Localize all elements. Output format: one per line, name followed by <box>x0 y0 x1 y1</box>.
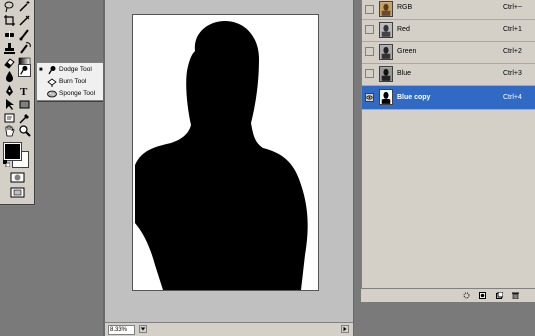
rectangle-shape-icon[interactable] <box>18 98 31 111</box>
visibility-toggle[interactable] <box>365 69 374 78</box>
path-selection-icon[interactable] <box>3 98 16 111</box>
crop-tool-icon[interactable] <box>3 14 16 27</box>
zoom-tool-icon[interactable] <box>18 124 31 137</box>
status-menu-arrow-icon[interactable] <box>139 325 147 333</box>
channel-name: RGB <box>397 4 413 11</box>
magic-wand-icon[interactable] <box>18 0 31 13</box>
healing-brush-icon[interactable] <box>3 28 16 41</box>
silhouette-image <box>135 21 308 290</box>
channel-shortcut: Ctrl+3 <box>503 70 522 77</box>
delete-channel-icon[interactable] <box>512 292 519 300</box>
blue-copy-thumbnail-icon <box>379 89 393 105</box>
svg-text:T: T <box>20 86 28 97</box>
visibility-toggle[interactable] <box>365 25 374 34</box>
channel-name: Red <box>397 26 410 33</box>
channel-name: Blue <box>397 70 412 77</box>
pen-tool-icon[interactable] <box>3 84 16 97</box>
lasso-tool-icon[interactable] <box>3 0 16 13</box>
red-thumbnail-icon <box>379 22 393 38</box>
new-channel-icon[interactable] <box>496 291 504 299</box>
channel-name: Blue copy <box>397 94 431 101</box>
save-selection-icon[interactable] <box>479 292 486 299</box>
channel-shortcut: Ctrl+~ <box>503 4 523 11</box>
scroll-right-arrow-icon[interactable] <box>341 325 349 333</box>
workspace-background <box>361 302 535 336</box>
screen-mode-icon[interactable] <box>10 187 25 198</box>
default-colors-icon[interactable] <box>3 160 10 167</box>
quick-mask-icon[interactable] <box>10 172 25 183</box>
brush-tool-icon[interactable] <box>18 28 31 41</box>
document-window: 8.33% <box>103 0 354 336</box>
type-tool-icon[interactable]: T <box>18 84 31 97</box>
green-thumbnail-icon <box>379 44 393 60</box>
foreground-color-swatch[interactable] <box>3 142 22 161</box>
history-brush-icon[interactable] <box>18 42 31 55</box>
hand-tool-icon[interactable] <box>3 124 16 137</box>
flyout-item-label: Dodge Tool <box>59 66 92 73</box>
channel-row-red[interactable]: Red Ctrl+1 <box>362 20 535 42</box>
visibility-toggle[interactable] <box>365 5 374 14</box>
channel-row-blue[interactable]: Blue Ctrl+3 <box>362 64 535 86</box>
blue-thumbnail-icon <box>379 66 393 82</box>
sponge-icon <box>47 90 57 98</box>
clone-stamp-icon[interactable] <box>3 42 16 55</box>
channels-panel-footer <box>361 288 535 303</box>
channel-row-blue-copy[interactable]: Blue copy Ctrl+4 <box>362 86 535 110</box>
channels-panel: RGB Ctrl+~ Red Ctrl+1 Green Ctrl+2 Blue … <box>361 0 535 300</box>
channel-shortcut: Ctrl+1 <box>503 26 522 33</box>
blur-tool-icon[interactable] <box>3 70 16 83</box>
channel-shortcut: Ctrl+2 <box>503 48 522 55</box>
selected-bullet-icon: ■ <box>39 67 43 73</box>
channel-row-rgb[interactable]: RGB Ctrl+~ <box>362 0 535 20</box>
zoom-level-field[interactable]: 8.33% <box>108 325 135 335</box>
slice-tool-icon[interactable] <box>18 14 31 27</box>
channel-row-green[interactable]: Green Ctrl+2 <box>362 42 535 64</box>
dodge-icon <box>48 66 56 75</box>
toolbox: T <box>0 0 36 206</box>
load-selection-icon[interactable] <box>463 292 470 299</box>
channel-shortcut: Ctrl+4 <box>503 94 522 101</box>
visibility-eye-icon[interactable] <box>365 93 374 102</box>
rgb-thumbnail-icon <box>379 1 393 17</box>
flyout-item-label: Burn Tool <box>59 78 87 85</box>
dodge-tool-icon[interactable] <box>18 64 31 77</box>
flyout-item-label: Sponge Tool <box>59 90 96 97</box>
image-canvas[interactable] <box>132 14 319 291</box>
status-bar: 8.33% <box>105 322 353 336</box>
channel-name: Green <box>397 48 417 55</box>
visibility-toggle[interactable] <box>365 47 374 56</box>
burn-icon <box>47 78 57 87</box>
eraser-tool-icon[interactable] <box>3 56 16 69</box>
